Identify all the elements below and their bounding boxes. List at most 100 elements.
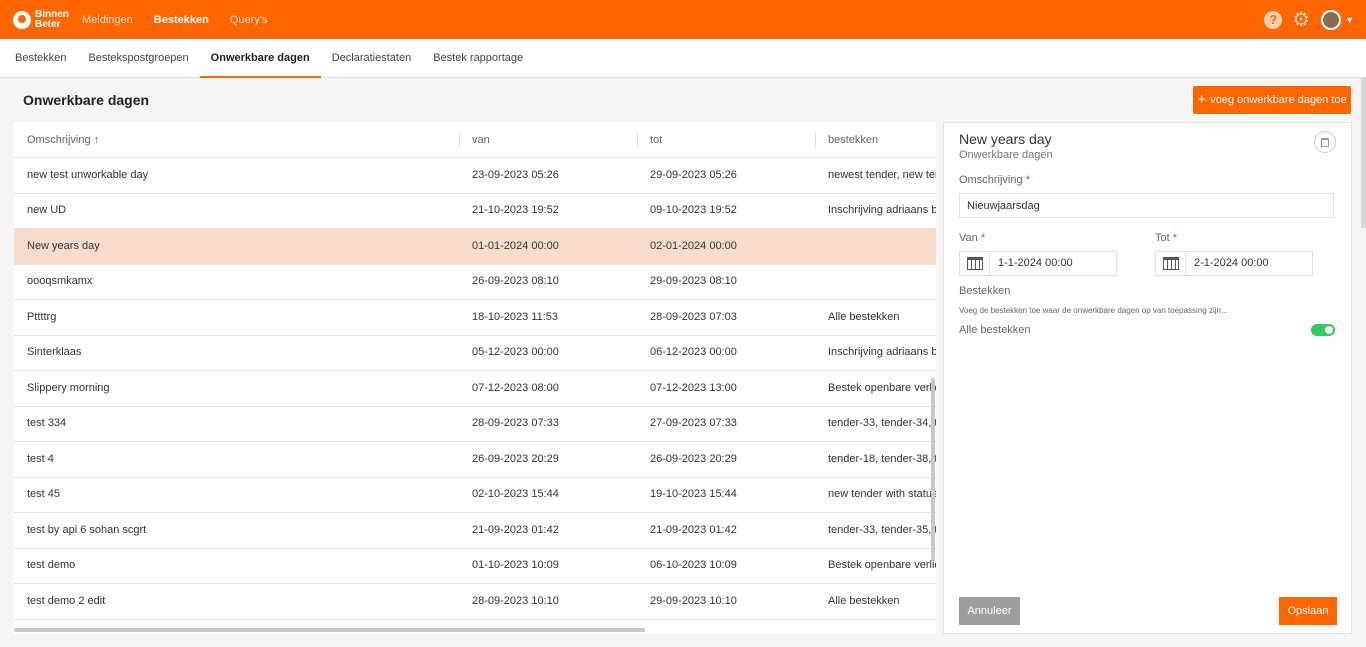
table-row[interactable]: New years day 01-01-2024 00:00 02-01-2024 … [14, 229, 936, 265]
column-header-van[interactable]: van [459, 122, 637, 158]
top-navbar: Binnen Beter Meldingen Bestekken Query's … [0, 0, 1366, 39]
cell-bestekken: Bestek openbare verlicht [828, 381, 936, 394]
table-row[interactable]: test by api 6 sohan scgrt 21-09-2023 01:4… [14, 513, 936, 549]
tab-bestekken[interactable]: Bestekken [0, 39, 77, 78]
add-unworkable-days-button[interactable]: + voeg onwerkbare dagen toe [1193, 86, 1351, 114]
cell-omschrijving: new UD [27, 204, 67, 217]
van-label: Van * [959, 232, 986, 244]
cell-bestekken: Alle bestekken [828, 310, 900, 323]
cell-bestekken: Alle bestekken [828, 594, 900, 607]
table-row[interactable]: test 334 28-09-2023 07:33 27-09-2023 07:33… [14, 407, 936, 442]
table-vertical-scrollbar[interactable] [931, 378, 935, 560]
cell-omschrijving: new test unworkable day [27, 168, 149, 181]
cell-bestekken: tender-33, tender-34, ten [828, 417, 936, 430]
table-row[interactable]: Sinterklaas 05-12-2023 00:00 06-12-2023 00… [14, 336, 936, 371]
table-row[interactable]: test 45 02-10-2023 15:44 19-10-2023 15:44 n… [14, 478, 936, 513]
cell-omschrijving: test 4 [27, 452, 54, 465]
tab-bestekspostgroepen[interactable]: Bestekspostgroepen [77, 39, 199, 78]
sub-tabs: Bestekken Bestekspostgroepen Onwerkbare … [0, 39, 1366, 78]
table-row[interactable]: new test unworkable day 23-09-2023 05:26 2… [14, 158, 936, 194]
bestekken-hint: Voeg de bestekken toe waar de onwerkbare… [959, 306, 1228, 315]
table-row[interactable]: new UD 21-10-2023 19:52 09-10-2023 19:52 In… [14, 194, 936, 229]
tot-date-field[interactable]: 2-1-2024 00:00 [1155, 251, 1313, 276]
cell-omschrijving: Sinterklaas [27, 346, 82, 359]
gear-icon[interactable]: ⚙ [1292, 10, 1310, 30]
cell-tot: 26-09-2023 20:29 [650, 452, 737, 465]
tot-date-value: 2-1-2024 00:00 [1194, 257, 1269, 269]
cell-van: 26-09-2023 08:10 [472, 275, 559, 288]
avatar[interactable] [1321, 9, 1342, 30]
van-date-value: 1-1-2024 00:00 [998, 257, 1073, 269]
user-tools: ? ⚙ ▼ [1264, 0, 1366, 39]
calendar-icon[interactable] [1156, 252, 1186, 275]
cell-van: 21-10-2023 19:52 [472, 204, 559, 217]
cell-bestekken: newest tender, new tende [828, 168, 936, 181]
save-button[interactable]: Opslaan [1279, 597, 1337, 625]
column-header-tot[interactable]: tot [637, 122, 815, 158]
cell-tot: 02-01-2024 00:00 [650, 239, 737, 252]
cell-van: 07-12-2023 08:00 [472, 381, 559, 394]
table-row[interactable]: test 4 26-09-2023 20:29 26-09-2023 20:29 te… [14, 442, 936, 478]
table-horizontal-scrollbar[interactable] [14, 628, 645, 632]
tab-bestek-rapportage[interactable]: Bestek rapportage [422, 39, 534, 78]
delete-button[interactable] [1314, 131, 1336, 153]
cell-bestekken: Bestek openbare verlicht [828, 559, 936, 572]
panel-subtitle: Onwerkbare dagen [959, 149, 1053, 161]
tot-label: Tot * [1155, 232, 1178, 244]
detail-panel: New years day Onwerkbare dagen Omschrijv… [943, 122, 1352, 634]
cell-tot: 29-09-2023 05:26 [650, 168, 737, 181]
table-row[interactable]: oooqsmkamx 26-09-2023 08:10 29-09-2023 08:… [14, 264, 936, 300]
cell-van: 05-12-2023 00:00 [472, 346, 559, 359]
cell-tot: 09-10-2023 19:52 [650, 204, 737, 217]
cell-tot: 29-09-2023 10:10 [650, 594, 737, 607]
table-header: Omschrijving ↑ van tot bestekken [14, 122, 936, 158]
cell-bestekken [815, 264, 936, 299]
table-row[interactable]: Pttttrg 18-10-2023 11:53 28-09-2023 07:03 A… [14, 300, 936, 336]
brand-logo[interactable]: Binnen Beter [13, 8, 73, 30]
alle-bestekken-toggle[interactable] [1311, 324, 1335, 336]
tab-declaratiestaten[interactable]: Declaratiestaten [321, 39, 423, 78]
cell-tot: 06-10-2023 10:09 [650, 559, 737, 572]
calendar-icon[interactable] [960, 252, 990, 275]
column-header-omschrijving[interactable]: Omschrijving ↑ [14, 122, 459, 158]
cell-bestekken: new tender with status, t [828, 488, 936, 501]
cell-omschrijving: oooqsmkamx [27, 275, 93, 288]
column-header-bestekken[interactable]: bestekken [815, 122, 936, 158]
page-scrollbar[interactable] [1361, 78, 1366, 228]
cell-tot: 28-09-2023 07:03 [650, 310, 737, 323]
van-date-field[interactable]: 1-1-2024 00:00 [959, 251, 1117, 276]
bestekken-label: Bestekken [959, 285, 1011, 297]
trash-icon [1321, 137, 1329, 147]
table-body: new test unworkable day 23-09-2023 05:26 2… [14, 158, 936, 620]
nav-querys[interactable]: Query's [230, 14, 268, 26]
plus-icon: + [1197, 91, 1207, 108]
omschrijving-field[interactable]: Nieuwjaarsdag [959, 193, 1334, 218]
cell-bestekken [815, 229, 936, 264]
table-row[interactable]: test demo 01-10-2023 10:09 06-10-2023 10:0… [14, 549, 936, 584]
table-row[interactable]: Slippery morning 07-12-2023 08:00 07-12-20… [14, 371, 936, 407]
cell-omschrijving: New years day [27, 239, 100, 252]
chevron-down-icon[interactable]: ▼ [1345, 15, 1354, 25]
tab-onwerkbare-dagen[interactable]: Onwerkbare dagen [199, 39, 321, 78]
cell-bestekken: tender-18, tender-38, ten [828, 452, 936, 465]
help-icon[interactable]: ? [1264, 10, 1283, 29]
nav-meldingen[interactable]: Meldingen [82, 14, 133, 26]
cell-bestekken: Inschrijving adriaans bes [828, 346, 936, 359]
logo-icon [13, 10, 31, 29]
nav-bestekken[interactable]: Bestekken [154, 14, 209, 26]
unworkable-days-table: Omschrijving ↑ van tot bestekken new tes… [14, 122, 936, 634]
cell-van: 21-09-2023 01:42 [472, 523, 559, 536]
table-row[interactable]: test demo 2 edit 28-09-2023 10:10 29-09-20… [14, 584, 936, 620]
cell-omschrijving: test 334 [27, 417, 67, 430]
sort-asc-icon: ↑ [93, 133, 100, 146]
cell-van: 28-09-2023 10:10 [472, 594, 559, 607]
cancel-button[interactable]: Annuleer [959, 597, 1020, 625]
cell-bestekken: Inschrijving adriaans bes [828, 204, 936, 217]
cell-van: 02-10-2023 15:44 [472, 488, 559, 501]
cell-van: 26-09-2023 20:29 [472, 452, 559, 465]
cell-tot: 06-12-2023 00:00 [650, 346, 737, 359]
cell-tot: 29-09-2023 08:10 [650, 275, 737, 288]
cell-bestekken: tender-33, tender-35, ten [828, 523, 936, 536]
logo-text: Binnen Beter [35, 8, 69, 30]
panel-title: New years day [959, 131, 1052, 147]
